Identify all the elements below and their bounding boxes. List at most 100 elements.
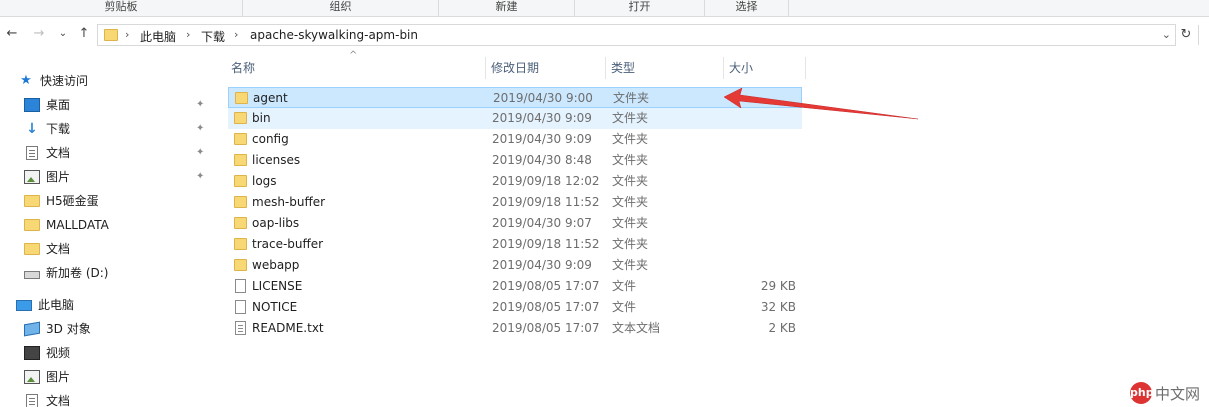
sidebar-item-label: 桌面 [46, 98, 71, 112]
sidebar-item-this-pc[interactable]: 此电脑 [16, 294, 74, 316]
forward-button[interactable]: → [31, 25, 47, 43]
sidebar-item-desktop[interactable]: 桌面 [24, 94, 70, 116]
column-header-name[interactable]: 名称 [226, 57, 486, 79]
folder-icon [234, 259, 247, 271]
file-type: 文件夹 [612, 111, 649, 125]
sidebar-item-label: 图片 [46, 170, 71, 184]
file-name: logs [252, 174, 277, 188]
search-box-edge[interactable] [1198, 25, 1209, 45]
file-row-bin[interactable]: bin 2019/04/30 9:09 文件夹 [228, 108, 802, 129]
sidebar-item-documents-pc[interactable]: 文档 [24, 390, 70, 407]
file-row-mesh-buffer[interactable]: mesh-buffer 2019/09/18 11:52 文件夹 [228, 192, 802, 213]
column-header-size[interactable]: 大小 [724, 57, 806, 79]
watermark-text: 中文网 [1155, 384, 1201, 403]
document-icon [26, 146, 38, 160]
ribbon-group-new: 新建 [439, 0, 575, 16]
chevron-right-icon[interactable]: › [125, 28, 129, 41]
pin-icon[interactable]: ✦ [196, 123, 204, 134]
navigation-bar: ← → ⌄ ↑ › 此电脑 › 下载 › apache-skywalking-a… [0, 17, 1209, 51]
address-bar[interactable]: › 此电脑 › 下载 › apache-skywalking-apm-bin ⌄ [97, 24, 1176, 46]
file-name: oap-libs [252, 216, 300, 230]
file-row-webapp[interactable]: webapp 2019/04/30 9:09 文件夹 [228, 255, 802, 276]
file-type: 文件夹 [612, 132, 649, 146]
file-date: 2019/08/05 17:07 [492, 321, 600, 335]
sidebar-item-malldata[interactable]: MALLDATA [24, 214, 109, 236]
file-name: config [252, 132, 289, 146]
back-button[interactable]: ← [4, 25, 20, 43]
sidebar-item-quick-access[interactable]: ★ 快速访问 [18, 70, 88, 92]
recent-locations-button[interactable]: ⌄ [55, 25, 71, 43]
breadcrumb-current-folder[interactable]: apache-skywalking-apm-bin [250, 28, 418, 42]
file-date: 2019/04/30 9:09 [492, 258, 592, 272]
pin-icon[interactable]: ✦ [196, 171, 204, 182]
file-row-readme[interactable]: README.txt 2019/08/05 17:07 文本文档 2 KB [228, 318, 802, 339]
file-row-oap-libs[interactable]: oap-libs 2019/04/30 9:07 文件夹 [228, 213, 802, 234]
sidebar-item-label: 快速访问 [40, 74, 89, 88]
file-date: 2019/09/18 12:02 [492, 174, 600, 188]
file-type: 文件夹 [612, 174, 649, 188]
file-type: 文件 [612, 279, 637, 293]
sidebar-item-label: H5砸金蛋 [46, 194, 99, 208]
file-type: 文件 [612, 300, 637, 314]
file-date: 2019/09/18 11:52 [492, 237, 600, 251]
sidebar-item-pictures-pc[interactable]: 图片 [24, 366, 70, 388]
download-icon: ↓ [26, 121, 38, 137]
folder-icon [234, 133, 247, 145]
sidebar-item-videos[interactable]: 视频 [24, 342, 70, 364]
file-size: 32 KB [760, 300, 796, 314]
file-row-logs[interactable]: logs 2019/09/18 12:02 文件夹 [228, 171, 802, 192]
file-row-license[interactable]: LICENSE 2019/08/05 17:07 文件 29 KB [228, 276, 802, 297]
folder-icon [234, 175, 247, 187]
pin-icon[interactable]: ✦ [196, 99, 204, 110]
file-row-agent[interactable]: agent 2019/04/30 9:00 文件夹 [228, 87, 802, 108]
sidebar-item-h5[interactable]: H5砸金蛋 [24, 190, 99, 212]
3d-objects-icon [24, 321, 40, 337]
sidebar-item-3d-objects[interactable]: 3D 对象 [24, 318, 91, 340]
file-row-config[interactable]: config 2019/04/30 9:09 文件夹 [228, 129, 802, 150]
column-header-type[interactable]: 类型 [606, 57, 724, 79]
sidebar-item-label: 文档 [46, 394, 71, 407]
chevron-right-icon[interactable]: › [234, 28, 238, 41]
sidebar-item-downloads[interactable]: ↓ 下载 [24, 118, 70, 140]
up-button[interactable]: ↑ [76, 25, 92, 43]
file-row-licenses[interactable]: licenses 2019/04/30 8:48 文件夹 [228, 150, 802, 171]
ribbon-group-open: 打开 [575, 0, 705, 16]
folder-icon [234, 196, 247, 208]
column-header-date[interactable]: 修改日期 [486, 57, 606, 79]
text-file-icon [235, 321, 246, 335]
sidebar-item-label: 图片 [46, 370, 71, 384]
address-dropdown-icon[interactable]: ⌄ [1162, 28, 1171, 41]
breadcrumb-downloads[interactable]: 下载 [201, 28, 225, 45]
pin-icon[interactable]: ✦ [196, 147, 204, 158]
file-size: 29 KB [760, 279, 796, 293]
sidebar-item-drive-d[interactable]: 新加卷 (D:) [24, 262, 108, 284]
ribbon-group-organize: 组织 [243, 0, 439, 16]
annotation-arrow-shape [723, 87, 919, 120]
file-icon [235, 300, 246, 314]
file-name: README.txt [252, 321, 324, 335]
computer-icon [16, 299, 32, 311]
sidebar-item-documents[interactable]: 文档 [24, 142, 70, 164]
file-icon [235, 279, 246, 293]
sidebar-item-label: 3D 对象 [46, 322, 91, 336]
file-type: 文本文档 [612, 321, 661, 335]
folder-icon [235, 92, 248, 104]
file-type: 文件夹 [612, 153, 649, 167]
sidebar-item-pictures[interactable]: 图片 [24, 166, 70, 188]
sidebar-item-label: 新加卷 (D:) [46, 266, 109, 280]
file-row-trace-buffer[interactable]: trace-buffer 2019/09/18 11:52 文件夹 [228, 234, 802, 255]
column-headers: 名称 修改日期 类型 大小 [226, 57, 806, 79]
file-date: 2019/04/30 9:00 [493, 91, 593, 105]
star-icon: ★ [20, 73, 32, 88]
refresh-button[interactable]: ↻ [1176, 25, 1196, 45]
drive-icon [24, 271, 40, 279]
file-date: 2019/04/30 9:09 [492, 132, 592, 146]
file-row-notice[interactable]: NOTICE 2019/08/05 17:07 文件 32 KB [228, 297, 802, 318]
chevron-right-icon[interactable]: › [186, 28, 190, 41]
folder-icon [24, 243, 40, 255]
file-type: 文件夹 [612, 237, 649, 251]
sidebar-item-docs-folder[interactable]: 文档 [24, 238, 70, 260]
file-type: 文件夹 [612, 216, 649, 230]
breadcrumb-this-pc[interactable]: 此电脑 [140, 28, 176, 45]
file-type: 文件夹 [612, 258, 649, 272]
